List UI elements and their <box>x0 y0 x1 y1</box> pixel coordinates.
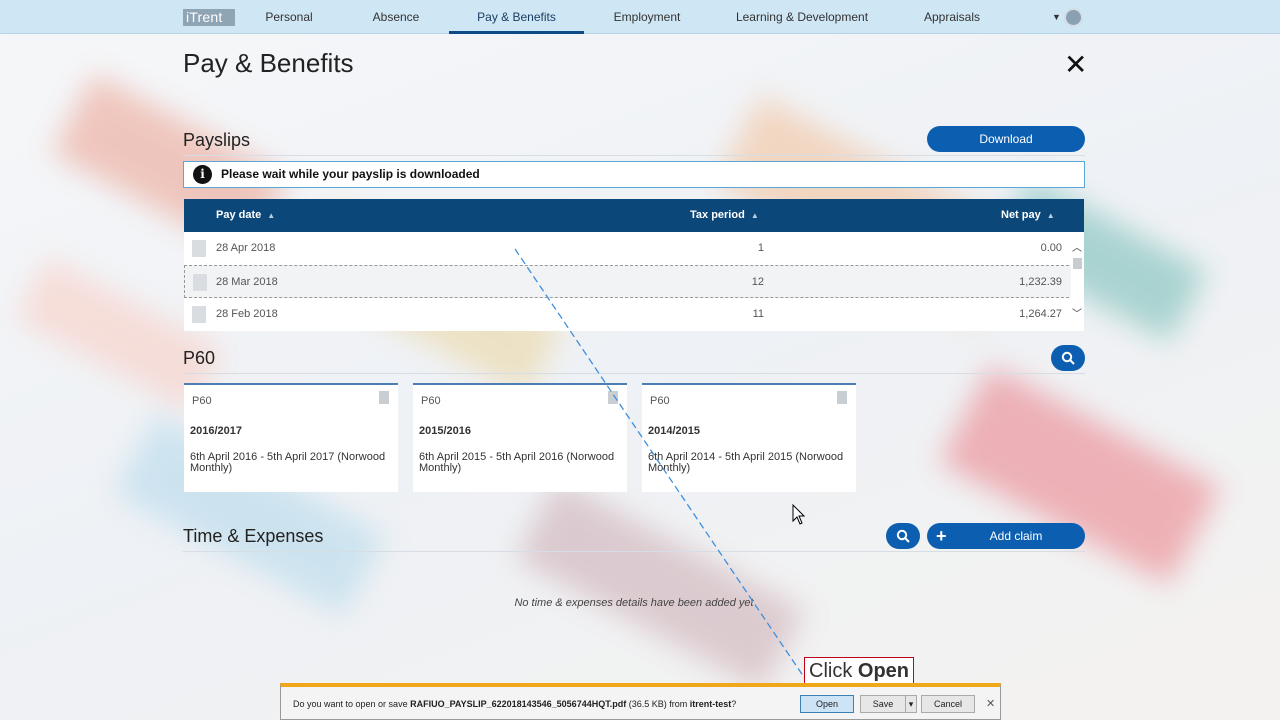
document-icon <box>192 306 206 323</box>
download-filename: RAFIUO_PAYSLIP_622018143546_5056744HQT.p… <box>410 699 627 709</box>
close-icon[interactable]: ✕ <box>1064 51 1087 79</box>
tax-period: 12 <box>751 276 764 288</box>
document-icon <box>837 391 847 404</box>
nav-absence[interactable]: Absence <box>358 0 434 34</box>
card-year: 2016/2017 <box>190 425 242 437</box>
tax-period: 1 <box>757 242 764 254</box>
card-period: 6th April 2015 - 5th April 2016 (Norwood… <box>419 451 615 474</box>
pay-date: 28 Feb 2018 <box>216 308 278 320</box>
sort-asc-icon[interactable]: ▲ <box>1047 211 1055 220</box>
col-net-pay[interactable]: Net pay ▲ <box>1001 209 1055 221</box>
search-icon <box>896 529 910 543</box>
document-icon <box>192 240 206 257</box>
pay-date: 28 Mar 2018 <box>216 276 278 288</box>
table-row[interactable]: 28 Apr 2018 1 0.00 <box>184 232 1084 265</box>
p60-card[interactable]: P60 2015/2016 6th April 2015 - 5th April… <box>413 383 627 492</box>
save-options-chevron-icon[interactable]: ▾ <box>905 695 917 713</box>
payslips-table-header: Pay date ▲ Tax period ▲ Net pay ▲ <box>184 199 1084 232</box>
col-tax-period[interactable]: Tax period ▲ <box>690 209 759 221</box>
nav-appraisals[interactable]: Appraisals <box>912 0 992 34</box>
scrollbar-thumb[interactable] <box>1073 258 1082 269</box>
download-source: itrent-test <box>689 699 732 709</box>
tax-period: 11 <box>752 308 764 320</box>
chevron-down-icon[interactable]: ﹀ <box>1072 305 1082 320</box>
cancel-button[interactable]: Cancel <box>921 695 975 713</box>
plus-icon: + <box>936 526 947 546</box>
card-type: P60 <box>650 395 670 407</box>
download-alert: i Please wait while your payslip is down… <box>183 161 1085 188</box>
table-row[interactable]: 28 Feb 2018 11 1,264.27 <box>184 298 1084 331</box>
net-pay: 1,232.39 <box>1019 276 1062 288</box>
tutorial-callout: Click Open <box>804 657 915 686</box>
search-icon <box>1061 351 1075 365</box>
card-year: 2015/2016 <box>419 425 471 437</box>
chevron-up-icon[interactable]: ︿ <box>1072 239 1082 254</box>
mouse-cursor-icon <box>792 504 806 525</box>
sort-asc-icon[interactable]: ▲ <box>751 211 759 220</box>
table-row[interactable]: 28 Mar 2018 12 1,232.39 <box>184 265 1084 298</box>
download-button[interactable]: Download <box>927 126 1085 152</box>
empty-message: No time & expenses details have been add… <box>514 597 754 609</box>
p60-search-button[interactable] <box>1051 345 1085 371</box>
p60-heading: P60 <box>183 348 216 368</box>
download-notification-bar: Do you want to open or save RAFIUO_PAYSL… <box>280 683 1001 720</box>
document-icon <box>193 274 207 291</box>
avatar[interactable] <box>1064 8 1083 27</box>
card-period: 6th April 2014 - 5th April 2015 (Norwood… <box>648 451 844 474</box>
save-button[interactable]: Save <box>860 695 906 713</box>
itrent-logo[interactable]: iTrent <box>183 9 235 26</box>
nav-employment[interactable]: Employment <box>600 0 694 34</box>
p60-card[interactable]: P60 2014/2015 6th April 2014 - 5th April… <box>642 383 856 492</box>
card-type: P60 <box>192 395 212 407</box>
alert-text: Please wait while your payslip is downlo… <box>221 167 480 181</box>
info-icon: i <box>193 165 212 184</box>
divider <box>183 551 1085 552</box>
pay-date: 28 Apr 2018 <box>216 242 276 254</box>
divider <box>183 373 1085 374</box>
top-navigation: iTrent Personal Absence Pay & Benefits E… <box>0 0 1280 34</box>
document-icon <box>379 391 389 404</box>
add-claim-button[interactable]: + Add claim <box>927 523 1085 549</box>
table-scrollbar[interactable]: ︿ ﹀ <box>1071 233 1084 330</box>
payslips-heading: Payslips <box>183 130 251 150</box>
sort-asc-icon[interactable]: ▲ <box>267 211 275 220</box>
nav-learning-development[interactable]: Learning & Development <box>728 0 876 34</box>
page-title: Pay & Benefits <box>183 48 354 78</box>
expenses-heading: Time & Expenses <box>183 526 324 546</box>
chevron-down-icon[interactable]: ▼ <box>1052 12 1061 22</box>
card-type: P60 <box>421 395 441 407</box>
p60-card[interactable]: P60 2016/2017 6th April 2016 - 5th April… <box>184 383 398 492</box>
card-period: 6th April 2016 - 5th April 2017 (Norwood… <box>190 451 386 474</box>
net-pay: 1,264.27 <box>1019 308 1062 320</box>
card-year: 2014/2015 <box>648 425 700 437</box>
net-pay: 0.00 <box>1040 242 1062 254</box>
close-icon[interactable]: ✕ <box>986 697 995 710</box>
nav-personal[interactable]: Personal <box>250 0 328 34</box>
download-message: Do you want to open or save RAFIUO_PAYSL… <box>293 699 737 709</box>
divider <box>183 155 1085 156</box>
document-icon <box>608 391 618 404</box>
expenses-search-button[interactable] <box>886 523 920 549</box>
nav-pay-benefits[interactable]: Pay & Benefits <box>449 0 584 34</box>
col-pay-date[interactable]: Pay date ▲ <box>216 209 275 221</box>
open-button[interactable]: Open <box>800 695 854 713</box>
